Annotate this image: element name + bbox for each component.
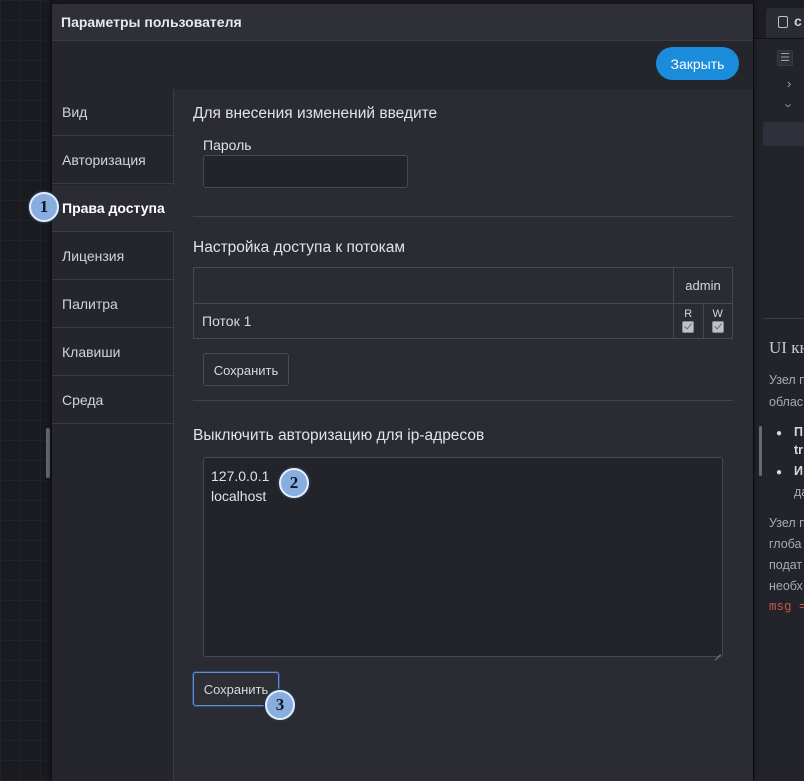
help-bullet-text: П <box>794 425 803 439</box>
close-button[interactable]: Закрыть <box>656 47 739 80</box>
chevron-down-icon[interactable]: › <box>782 103 797 107</box>
settings-tabs: Вид Авторизация Права доступа Лицензия П… <box>52 89 174 781</box>
step-marker-1: 1 <box>29 192 59 222</box>
help-text-line: подат <box>769 558 803 572</box>
tab-access-rights[interactable]: Права доступа <box>52 185 174 232</box>
tab-authorization[interactable]: Авторизация <box>52 137 173 184</box>
user-column-header: admin <box>673 267 733 304</box>
flow-name-cell: Поток 1 <box>193 303 674 339</box>
help-text-line: необх <box>769 579 803 593</box>
list-icon[interactable]: ☰ <box>777 50 793 66</box>
ip-section-title: Выключить авторизацию для ip-адресов <box>193 427 485 444</box>
help-text-line: облас <box>769 395 804 409</box>
write-permission-label: W <box>712 308 723 320</box>
read-permission-label: R <box>684 308 693 320</box>
bullet-icon: ● <box>776 467 783 478</box>
help-text-line: глоба <box>769 537 802 551</box>
help-bullet-text: И <box>794 464 803 478</box>
scrollbar[interactable] <box>759 426 762 476</box>
divider <box>193 400 733 401</box>
table-row: Поток 1 R W <box>193 303 733 339</box>
help-code: msg = <box>769 600 804 614</box>
help-text-line: Узел п <box>769 373 804 387</box>
workspace-canvas <box>0 0 46 781</box>
tab-keys[interactable]: Клавиши <box>52 329 173 376</box>
tab-view[interactable]: Вид <box>52 89 173 136</box>
resize-grip-icon[interactable] <box>713 647 721 655</box>
auth-section-title: Для внесения изменений введите <box>193 105 438 122</box>
help-text-line: Узел п <box>769 516 804 530</box>
help-bullet-text: да <box>794 485 804 499</box>
password-input[interactable] <box>203 155 408 188</box>
flow-access-table: admin Поток 1 R W <box>193 267 733 339</box>
access-rights-panel: Для внесения изменений введите Пароль На… <box>174 89 753 781</box>
sidebar-tab-label: с <box>794 13 802 29</box>
tab-palette[interactable]: Палитра <box>52 281 173 328</box>
dialog-toolbar <box>52 41 753 90</box>
password-label: Пароль <box>203 137 252 153</box>
help-bullet-text: tr <box>794 443 804 457</box>
chevron-right-icon[interactable]: › <box>787 76 791 91</box>
dialog-header: Параметры пользователя <box>52 4 753 41</box>
divider <box>763 318 804 319</box>
tab-environment[interactable]: Среда <box>52 377 173 424</box>
read-permission-checkbox[interactable] <box>682 321 695 333</box>
tab-license[interactable]: Лицензия <box>52 233 173 280</box>
step-marker-2: 2 <box>279 468 309 498</box>
help-heading: UI кн <box>769 338 804 357</box>
divider <box>193 216 733 217</box>
book-icon <box>778 16 788 28</box>
flows-section-title: Настройка доступа к потокам <box>193 239 406 256</box>
bullet-icon: ● <box>776 428 783 439</box>
sidebar-panel-background: с ☰ › › UI кн Узел п облас ● П tr ● И да… <box>753 0 804 781</box>
dialog-title: Параметры пользователя <box>61 14 242 30</box>
read-permission-cell: R <box>673 303 704 339</box>
tree-row-selected[interactable] <box>763 122 804 146</box>
sidebar-tabbar: с <box>754 0 804 39</box>
table-header-row: admin <box>193 267 733 304</box>
user-settings-dialog: Параметры пользователя Закрыть Вид Автор… <box>52 4 753 781</box>
table-header-cell <box>193 267 674 304</box>
write-permission-cell: W <box>702 303 733 339</box>
save-flows-button[interactable]: Сохранить <box>203 353 289 386</box>
step-marker-3: 3 <box>265 690 295 720</box>
write-permission-checkbox[interactable] <box>711 321 724 333</box>
